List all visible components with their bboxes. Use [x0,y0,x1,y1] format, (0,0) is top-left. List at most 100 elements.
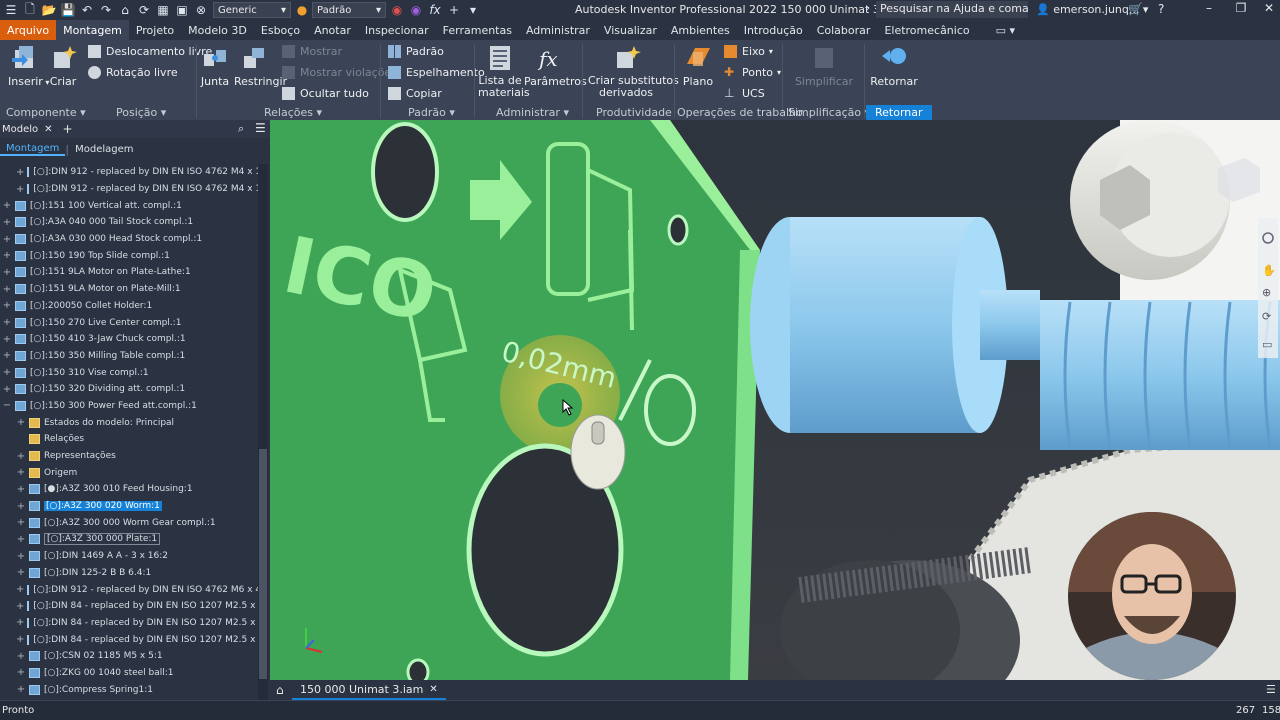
material-select[interactable]: Padrão ▾ [312,2,386,18]
mirror-button[interactable]: Espelhamento [388,66,485,79]
clear-appearance-icon[interactable]: ◉ [408,2,424,18]
color-wheel-icon[interactable]: ● [294,2,310,18]
expand-icon[interactable]: + [2,217,12,228]
tab-introducao[interactable]: Introdução [737,20,810,40]
tree-item[interactable]: + [○]:150 320 Dividing att. compl.:1 [0,381,258,398]
expand-icon[interactable]: + [16,501,26,512]
tree-item[interactable]: + [○]:DIN 912 - replaced by DIN EN ISO 47… [0,581,258,598]
tree-item[interactable]: + [○]:ZKG 00 1040 steel ball:1 [0,665,258,682]
tab-list-icon[interactable]: ☰ [1266,683,1276,696]
show-button[interactable]: Mostrar [282,45,342,58]
expand-icon[interactable]: + [16,651,26,662]
expand-icon[interactable]: + [2,250,12,261]
close-window-icon[interactable]: ✕ [1260,1,1278,19]
expand-icon[interactable]: + [16,534,26,545]
hide-all-button[interactable]: Ocultar tudo [282,87,369,100]
bom-button[interactable]: Lista de materiais [478,44,530,99]
free-move-button[interactable]: Deslocamento livre [88,45,212,58]
group-label-relations[interactable]: Relações ▾ [264,106,322,119]
create-substitutes-button[interactable]: Criar substitutos derivados [588,44,679,99]
expand-icon[interactable]: + [2,367,12,378]
fx-icon[interactable]: fx [427,2,443,18]
select-icon[interactable]: ▦ [155,2,171,18]
document-tab[interactable]: 150 000 Unimat 3.iam ✕ [292,680,446,700]
pan-icon[interactable]: ✋ [1262,264,1276,277]
tree-item[interactable]: + [○]:200050 Collet Holder:1 [0,298,258,315]
chevron-down-icon[interactable]: ▾ [465,2,481,18]
plane-button[interactable]: Plano [680,44,716,88]
priority-icon[interactable]: ▣ [174,2,190,18]
inventor-menu-icon[interactable]: ☰ [3,2,19,18]
tree-item[interactable]: + [○]:DIN 125-2 B B 6.4:1 [0,565,258,582]
expand-icon[interactable]: + [16,584,24,595]
axis-button[interactable]: Eixo ▾ [724,45,773,58]
open-folder-icon[interactable]: 📂 [41,2,57,18]
expand-icon[interactable]: + [16,484,26,495]
tree-item[interactable]: + [●]:A3Z 300 010 Feed Housing:1 [0,481,258,498]
tab-projeto[interactable]: Projeto [129,20,181,40]
expand-icon[interactable]: + [2,317,12,328]
ribbon-options-toggle[interactable]: ▭ ▾ [989,20,1022,40]
free-rotate-button[interactable]: Rotação livre [88,66,178,79]
tab-esboco[interactable]: Esboço [254,20,307,40]
tree-folder[interactable]: + Estados do modelo: Principal [0,414,258,431]
expand-icon[interactable]: + [16,601,24,612]
expand-icon[interactable]: + [16,551,26,562]
tree-item[interactable]: + [○]:DIN 1469 A A - 3 x 16:2 [0,548,258,565]
restore-icon[interactable]: ❐ [1232,1,1250,19]
minimize-icon[interactable]: – [1200,1,1218,19]
navigation-bar[interactable]: ✋ ⊕ ⟳ ▭ [1258,218,1278,358]
tab-modelo-3d[interactable]: Modelo 3D [181,20,254,40]
expand-icon[interactable]: + [16,567,26,578]
tree-item[interactable]: + [○]:A3Z 300 000 Plate:1 [0,531,258,548]
expand-icon[interactable]: + [2,384,12,395]
group-label-manage[interactable]: Administrar ▾ [496,106,569,119]
cart-icon[interactable]: 🛒 [1128,2,1143,16]
tree-item[interactable]: + [○]:151 9LA Motor on Plate-Mill:1 [0,281,258,298]
expand-icon[interactable]: + [16,184,24,195]
tab-eletromecanico[interactable]: Eletromecânico [877,20,976,40]
tab-montagem[interactable]: Montagem [0,143,66,156]
appearance-icon[interactable]: ◉ [389,2,405,18]
tree-item[interactable]: + [○]:150 270 Live Center compl.:1 [0,314,258,331]
tree-item[interactable]: + [○]:DIN 84 - replaced by DIN EN ISO 120… [0,631,258,648]
collapse-icon[interactable]: − [2,400,12,411]
cancel-icon[interactable]: ⊗ [193,2,209,18]
undo-icon[interactable]: ↶ [79,2,95,18]
plus-icon[interactable]: + [446,2,462,18]
joint-button[interactable]: Junta [200,44,230,88]
tree-folder[interactable]: + Origem [0,464,258,481]
update-icon[interactable]: ⟳ [136,2,152,18]
create-button[interactable]: Criar [48,44,78,88]
copy-button[interactable]: Copiar [388,87,442,100]
tab-anotar[interactable]: Anotar [307,20,358,40]
tree-item[interactable]: + [○]:CSN 02 1185 M5 x 5:1 [0,648,258,665]
point-button[interactable]: ✚ Ponto ▾ [724,66,781,80]
group-label-simplification[interactable]: Simplificação ▾ [788,106,870,119]
expand-icon[interactable]: + [2,200,12,211]
tree-item[interactable]: + [○]:151 9LA Motor on Plate-Lathe:1 [0,264,258,281]
pattern-button[interactable]: Padrão [388,45,444,58]
expand-icon[interactable]: + [2,267,12,278]
tree-item[interactable]: + [○]:151 100 Vertical att. compl.:1 [0,197,258,214]
insert-button[interactable]: Inserir ▾ [8,44,49,88]
tab-colaborar[interactable]: Colaborar [810,20,878,40]
tree-item[interactable]: + [○]:150 310 Vise compl.:1 [0,364,258,381]
group-label-component[interactable]: Componente ▾ [6,106,86,119]
expand-icon[interactable]: + [2,334,12,345]
expand-icon[interactable]: + [16,684,26,695]
expand-icon[interactable]: + [2,284,12,295]
tab-file[interactable]: Arquivo [0,20,57,40]
save-icon[interactable]: 💾 [60,2,76,18]
scrollbar-thumb[interactable] [259,449,267,679]
tree-item[interactable]: − [○]:150 300 Power Feed att.compl.:1 [0,398,258,415]
close-icon[interactable]: ✕ [44,124,52,135]
expand-icon[interactable]: + [2,234,12,245]
close-icon[interactable]: ✕ [429,684,437,695]
tree-scrollbar[interactable] [258,164,268,700]
browser-menu-icon[interactable]: ☰ [255,121,266,135]
expand-icon[interactable]: + [16,617,24,628]
tree-item[interactable]: + [○]:A3Z 300 000 Worm Gear compl.:1 [0,514,258,531]
tab-ambientes[interactable]: Ambientes [664,20,737,40]
redo-icon[interactable]: ↷ [98,2,114,18]
